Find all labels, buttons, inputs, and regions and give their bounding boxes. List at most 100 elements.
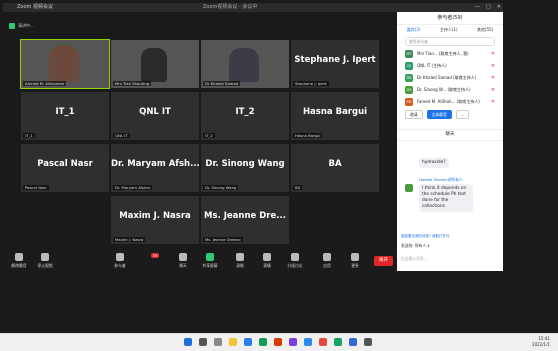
- microphone-icon: [15, 253, 23, 261]
- reactions-button[interactable]: 表情: [255, 253, 279, 269]
- chat-visibility-notice[interactable]: 谁能看见我的消息? 读取打开分: [401, 234, 449, 239]
- tile-name: BA: [328, 159, 342, 169]
- breakout-icon: [291, 253, 299, 261]
- mute-all-button[interactable]: 全体静音: [426, 110, 452, 119]
- muted-mic-icon[interactable]: ✕: [491, 51, 495, 57]
- participant-row[interactable]: FM Fareed M. AlShoh... (联席主持人) ✕: [397, 96, 503, 108]
- video-tile[interactable]: Dr Khaled Samad: [201, 40, 289, 88]
- tile-name: Stephane J. Ipert: [294, 55, 376, 65]
- task-view-icon[interactable]: [214, 338, 222, 346]
- participant-row[interactable]: DS Dr. Sinong W... (联席主持人) ✕: [397, 84, 503, 96]
- app-icon[interactable]: [334, 338, 342, 346]
- participants-header: 参与者(59): [397, 12, 503, 25]
- video-tile[interactable]: Dr. Sinong Wang Dr. Sinong Wang: [201, 144, 289, 192]
- app-icon[interactable]: [289, 338, 297, 346]
- unmute-button[interactable]: 解除静音: [7, 253, 31, 269]
- app-icon[interactable]: [349, 338, 357, 346]
- video-tile[interactable]: Hasna Bargui Hasna Bargui: [291, 92, 379, 140]
- tile-label: Dr. Maryam Afshar: [113, 185, 153, 190]
- apps-button[interactable]: 应用: [315, 253, 339, 269]
- people-icon: [116, 253, 124, 261]
- side-panel: 参与者(59) 嘉宾(3) 主持人(1) 其他(55) 查找参与者 MT Mrs…: [397, 12, 503, 271]
- participant-video: [229, 48, 259, 82]
- tile-name: QNL IT: [139, 107, 171, 117]
- tile-label: IT_1: [23, 133, 35, 138]
- more-options-button[interactable]: ...: [455, 110, 470, 119]
- video-tile[interactable]: BA BA: [291, 144, 379, 192]
- share-screen-button[interactable]: 共享屏幕: [198, 253, 222, 269]
- speaking-label: 演讲中...: [18, 23, 34, 28]
- app-icon[interactable]: [319, 338, 327, 346]
- video-tile[interactable]: Dr. Maryam Afsh... Dr. Maryam Afshar: [111, 144, 199, 192]
- chat-input[interactable]: 在此输入消息...: [401, 256, 427, 262]
- zoom-icon[interactable]: [244, 338, 252, 346]
- chat-recipient-select[interactable]: 发送给: 所有人 ▾: [401, 243, 429, 249]
- chat-button[interactable]: 聊天: [171, 253, 195, 269]
- tile-name: Hasna Bargui: [302, 107, 368, 117]
- close-button[interactable]: ✕: [497, 3, 501, 12]
- avatar: DS: [405, 86, 413, 94]
- search-icon[interactable]: [199, 338, 207, 346]
- participant-search[interactable]: 查找参与者: [405, 37, 495, 46]
- tile-label: Maxim J. Nasra: [113, 237, 146, 242]
- video-tile[interactable]: Ahmad M. Alshaman: [20, 39, 110, 89]
- tile-label: Ahmad M. Alshaman: [23, 81, 67, 86]
- title-bar: Zoom 视频会议 Zoom视频会议 - 会议中 — □ ✕: [3, 3, 503, 12]
- tile-label: Pascal Nasr: [23, 185, 49, 190]
- camera-icon: [41, 253, 49, 261]
- shield-icon[interactable]: [9, 23, 15, 29]
- muted-mic-icon[interactable]: ✕: [491, 99, 495, 105]
- maximize-button[interactable]: □: [486, 3, 491, 12]
- stop-video-button[interactable]: 停止视频: [33, 253, 57, 269]
- video-tile[interactable]: QNL IT QNL IT: [111, 92, 199, 140]
- muted-mic-icon[interactable]: ✕: [491, 75, 495, 81]
- participants-button[interactable]: 参与者: [108, 253, 132, 269]
- app-icon[interactable]: [304, 338, 312, 346]
- participant-name: Fareed M. AlShoh... (联席主持人): [417, 99, 480, 104]
- participant-row[interactable]: QI QNL IT (主持人) ✕: [397, 60, 503, 72]
- tile-name: IT_1: [55, 107, 75, 117]
- avatar: MT: [405, 50, 413, 58]
- video-tile[interactable]: Pascal Nasr Pascal Nasr: [21, 144, 109, 192]
- start-icon[interactable]: [184, 338, 192, 346]
- muted-mic-icon[interactable]: ✕: [491, 87, 495, 93]
- video-tile[interactable]: Mrs Tian Shouting: [111, 40, 199, 88]
- muted-mic-icon[interactable]: ✕: [491, 63, 495, 69]
- participant-tabs: 嘉宾(3) 主持人(1) 其他(55): [397, 25, 503, 35]
- avatar: [405, 184, 413, 192]
- smile-icon: [263, 253, 271, 261]
- tab-others[interactable]: 其他(55): [477, 27, 493, 33]
- more-button[interactable]: 更多: [343, 253, 367, 269]
- app-icon[interactable]: [364, 338, 372, 346]
- tile-name: Dr. Maryam Afsh...: [111, 159, 199, 169]
- video-tile[interactable]: IT_1 IT_1: [21, 92, 109, 140]
- app-icon[interactable]: [274, 338, 282, 346]
- share-icon: [206, 253, 214, 261]
- breakout-button[interactable]: 分组讨论: [283, 253, 307, 269]
- tile-label: Dr. Sinong Wang: [203, 185, 239, 190]
- participant-video: [49, 46, 79, 82]
- minimize-button[interactable]: —: [475, 3, 480, 12]
- app-icon[interactable]: [259, 338, 267, 346]
- video-tile[interactable]: Stephane J. Ipert Stephane J. Ipert: [291, 40, 379, 88]
- taskbar-clock[interactable]: 15:41 2022/1/1: [532, 336, 550, 348]
- participant-row[interactable]: MT Mrs Tian... (联席主持人, 我) ✕: [397, 48, 503, 60]
- video-tile[interactable]: Maxim J. Nasra Maxim J. Nasra: [111, 196, 199, 244]
- invite-button[interactable]: 邀请: [405, 110, 423, 119]
- tab-guests[interactable]: 嘉宾(3): [407, 27, 421, 33]
- video-tile[interactable]: Ms. Jeanne Dre... Ms. Jeanne Dreano: [201, 196, 289, 244]
- participant-name: QNL IT (主持人): [417, 63, 447, 68]
- tile-name: Dr. Sinong Wang: [205, 159, 285, 169]
- record-button[interactable]: 录制: [228, 253, 252, 269]
- tab-hosts[interactable]: 主持人(1): [440, 27, 458, 33]
- tile-label: Hasna Bargui: [293, 133, 323, 138]
- participant-actions: 邀请 全体静音 ...: [397, 108, 503, 121]
- avatar: QI: [405, 62, 413, 70]
- record-icon: [236, 253, 244, 261]
- video-tile[interactable]: IT_2 IT_2: [201, 92, 289, 140]
- window-title: Zoom 视频会议: [17, 4, 54, 10]
- participant-row[interactable]: DK Dr Khaled Samad (联席主持人) ✕: [397, 72, 503, 84]
- zoom-window: Zoom 视频会议 Zoom视频会议 - 会议中 — □ ✕ 演讲中... Ah…: [3, 3, 503, 271]
- leave-button[interactable]: 离开: [374, 256, 393, 266]
- file-explorer-icon[interactable]: [229, 338, 237, 346]
